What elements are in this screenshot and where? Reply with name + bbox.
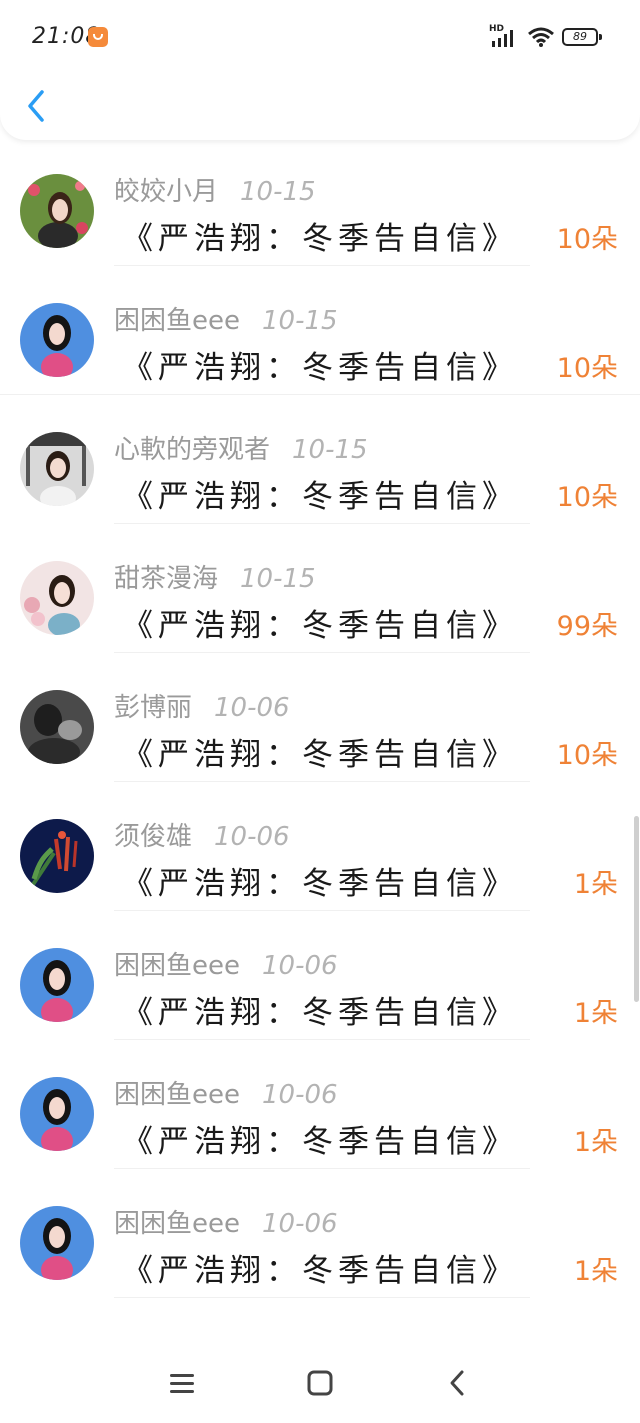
signal-strength-icon — [492, 30, 513, 47]
avatar[interactable] — [20, 1206, 94, 1280]
avatar[interactable] — [20, 690, 94, 764]
name-line: 困困鱼eee 10-06 — [114, 1074, 338, 1111]
name-line: 须俊雄 10-06 — [114, 816, 290, 853]
user-name[interactable]: 困困鱼eee — [114, 306, 240, 336]
gift-amount: 10朵 — [556, 482, 618, 513]
user-name[interactable]: 困困鱼eee — [114, 1209, 240, 1239]
avatar[interactable] — [20, 303, 94, 377]
app-notification-icon — [88, 27, 108, 47]
top-header: 21:08 HD 89 — [0, 0, 640, 140]
menu-icon[interactable] — [164, 1368, 200, 1398]
battery-icon: 89 — [562, 28, 602, 46]
book-title[interactable]: 《严浩翔：冬季告自信》 — [122, 1116, 518, 1161]
gift-date: 10-15 — [262, 306, 338, 336]
name-line: 心軟的旁观者 10-15 — [114, 429, 368, 466]
name-line: 困困鱼eee 10-06 — [114, 1203, 338, 1240]
avatar[interactable] — [20, 1077, 94, 1151]
gift-date: 10-15 — [240, 564, 316, 594]
user-name[interactable]: 心軟的旁观者 — [114, 435, 270, 465]
list-item[interactable]: 困困鱼eee 10-06 《严浩翔：冬季告自信》 1朵 — [0, 1040, 640, 1169]
name-line: 皎姣小月 10-15 — [114, 171, 316, 208]
book-title[interactable]: 《严浩翔：冬季告自信》 — [122, 729, 518, 774]
book-title[interactable]: 《严浩翔：冬季告自信》 — [122, 471, 518, 516]
book-title[interactable]: 《严浩翔：冬季告自信》 — [122, 987, 518, 1032]
user-name[interactable]: 甜茶漫海 — [114, 564, 218, 594]
gift-amount: 99朵 — [556, 611, 618, 642]
divider — [114, 1297, 530, 1298]
rose-gift-list[interactable]: 《严浩翔：冬季告自信》 1朵 皎姣小月 10-15 《严浩翔：冬季告自信》 — [0, 40, 640, 1330]
gift-date: 10-06 — [214, 822, 290, 852]
list-item[interactable]: 困困鱼eee 10-06 《严浩翔：冬季告自信》 1朵 — [0, 1169, 640, 1298]
list-item[interactable]: 须俊雄 10-06 《严浩翔：冬季告自信》 1朵 — [0, 782, 640, 911]
avatar[interactable] — [20, 174, 94, 248]
avatar[interactable] — [20, 432, 94, 506]
gift-amount: 1朵 — [573, 869, 618, 900]
gift-date: 10-06 — [214, 693, 290, 723]
list-item[interactable]: 困困鱼eee 10-06 《严浩翔：冬季告自信》 1朵 — [0, 911, 640, 1040]
gift-amount: 10朵 — [556, 224, 618, 255]
name-line: 困困鱼eee 10-06 — [114, 945, 338, 982]
user-name[interactable]: 彭博丽 — [114, 693, 192, 723]
wifi-icon — [528, 27, 554, 47]
gift-date: 10-15 — [292, 435, 368, 465]
status-bar: 21:08 HD 89 — [0, 0, 640, 70]
page: 《严浩翔：冬季告自信》 1朵 皎姣小月 10-15 《严浩翔：冬季告自信》 — [0, 0, 640, 1423]
gift-date: 10-06 — [262, 1209, 338, 1239]
back-button[interactable] — [18, 86, 54, 126]
list-item[interactable]: 甜茶漫海 10-15 《严浩翔：冬季告自信》 99朵 — [0, 524, 640, 653]
list-item[interactable]: 心軟的旁观者 10-15 《严浩翔：冬季告自信》 10朵 — [0, 395, 640, 524]
user-name[interactable]: 困困鱼eee — [114, 951, 240, 981]
system-navbar — [0, 1346, 640, 1423]
avatar[interactable] — [20, 948, 94, 1022]
list-item[interactable]: 彭博丽 10-06 《严浩翔：冬季告自信》 10朵 — [0, 653, 640, 782]
avatar[interactable] — [20, 819, 94, 893]
home-square-icon[interactable] — [302, 1368, 338, 1398]
book-title[interactable]: 《严浩翔：冬季告自信》 — [122, 342, 518, 387]
list-item[interactable]: 皎姣小月 10-15 《严浩翔：冬季告自信》 10朵 — [0, 137, 640, 266]
gift-amount: 1朵 — [573, 998, 618, 1029]
gift-date: 10-06 — [262, 1080, 338, 1110]
name-line: 困困鱼eee 10-15 — [114, 300, 338, 337]
name-line: 彭博丽 10-06 — [114, 687, 290, 724]
book-title[interactable]: 《严浩翔：冬季告自信》 — [122, 213, 518, 258]
gift-date: 10-15 — [240, 177, 316, 207]
gift-amount: 10朵 — [556, 353, 618, 384]
user-name[interactable]: 困困鱼eee — [114, 1080, 240, 1110]
book-title[interactable]: 《严浩翔：冬季告自信》 — [122, 858, 518, 903]
book-title[interactable]: 《严浩翔：冬季告自信》 — [122, 1245, 518, 1290]
user-name[interactable]: 须俊雄 — [114, 822, 192, 852]
gift-amount: 1朵 — [573, 1127, 618, 1158]
list-item[interactable]: 困困鱼eee 10-15 《严浩翔：冬季告自信》 10朵 — [0, 266, 640, 395]
user-name[interactable]: 皎姣小月 — [114, 177, 218, 207]
gift-amount: 10朵 — [556, 740, 618, 771]
name-line: 甜茶漫海 10-15 — [114, 558, 316, 595]
scrollbar[interactable] — [634, 816, 639, 1002]
avatar[interactable] — [20, 561, 94, 635]
back-triangle-icon[interactable] — [440, 1368, 476, 1398]
gift-amount: 1朵 — [573, 1256, 618, 1287]
book-title[interactable]: 《严浩翔：冬季告自信》 — [122, 600, 518, 645]
gift-date: 10-06 — [262, 951, 338, 981]
